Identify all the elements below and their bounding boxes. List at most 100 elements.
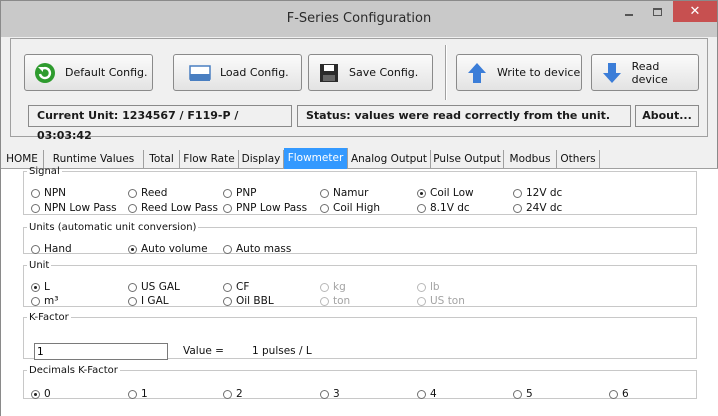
- maximize-button[interactable]: [643, 1, 671, 22]
- radio-button[interactable]: [223, 188, 232, 198]
- title-bar[interactable]: F-Series Configuration ✕: [1, 1, 717, 37]
- decimals-option[interactable]: 1: [128, 388, 148, 400]
- units-mode-option[interactable]: Auto volume: [128, 243, 208, 255]
- unit-option: lb: [417, 281, 440, 293]
- toolbar-separator: [445, 45, 447, 100]
- unit-option: US ton: [417, 295, 465, 307]
- folder-open-icon: [188, 61, 212, 85]
- signal-group: Signal NPN Reed PNP Namur Coil Low 12V d…: [23, 166, 697, 215]
- load-config-button[interactable]: Load Config.: [173, 54, 302, 91]
- signal-option[interactable]: Namur: [320, 187, 369, 199]
- signal-option[interactable]: Coil Low: [417, 187, 474, 199]
- kfactor-value-text: 1 pulses / L: [252, 345, 312, 357]
- window-title: F-Series Configuration: [286, 11, 432, 26]
- refresh-icon: [33, 61, 57, 85]
- radio-button[interactable]: [223, 389, 232, 399]
- radio-button[interactable]: [31, 296, 40, 306]
- decimals-option[interactable]: 0: [31, 388, 51, 400]
- minimize-icon: [625, 13, 633, 16]
- radio-button[interactable]: [417, 389, 426, 399]
- flowmeter-panel: Signal NPN Reed PNP Namur Coil Low 12V d…: [1, 166, 718, 416]
- signal-option[interactable]: PNP Low Pass: [223, 202, 307, 214]
- units-mode-option[interactable]: Hand: [31, 243, 72, 255]
- default-config-label: Default Config.: [65, 66, 148, 79]
- units-conversion-legend: Units (automatic unit conversion): [29, 222, 197, 233]
- write-to-device-button[interactable]: Write to device: [456, 54, 582, 91]
- arrow-up-icon: [465, 61, 489, 85]
- write-to-device-label: Write to device: [497, 66, 581, 79]
- unit-group: Unit L US GAL CF kg lb m³ I GAL Oil BBL …: [23, 260, 697, 307]
- close-button[interactable]: ✕: [673, 1, 717, 22]
- radio-button[interactable]: [31, 389, 40, 399]
- unit-option[interactable]: Oil BBL: [223, 295, 274, 307]
- radio-button[interactable]: [513, 203, 522, 213]
- signal-option[interactable]: 12V dc: [513, 187, 562, 199]
- unit-option[interactable]: US GAL: [128, 281, 180, 293]
- minimize-button[interactable]: [615, 1, 643, 22]
- radio-button[interactable]: [513, 389, 522, 399]
- unit-legend: Unit: [29, 260, 50, 271]
- radio-button[interactable]: [31, 244, 40, 254]
- unit-option[interactable]: m³: [31, 295, 58, 307]
- radio-button[interactable]: [128, 203, 137, 213]
- load-config-label: Load Config.: [220, 66, 289, 79]
- radio-button[interactable]: [223, 244, 232, 254]
- radio-button[interactable]: [128, 389, 137, 399]
- decimals-option[interactable]: 4: [417, 388, 437, 400]
- signal-option[interactable]: 24V dc: [513, 202, 562, 214]
- kfactor-value-label: Value =: [183, 345, 224, 357]
- radio-button: [320, 282, 329, 292]
- radio-button[interactable]: [128, 244, 137, 254]
- maximize-icon: [652, 7, 662, 16]
- radio-button[interactable]: [609, 389, 618, 399]
- radio-button[interactable]: [513, 188, 522, 198]
- signal-option[interactable]: Coil High: [320, 202, 380, 214]
- radio-button[interactable]: [128, 282, 137, 292]
- unit-option[interactable]: I GAL: [128, 295, 169, 307]
- about-button[interactable]: About...: [635, 105, 699, 127]
- units-mode-option[interactable]: Auto mass: [223, 243, 291, 255]
- radio-button[interactable]: [31, 188, 40, 198]
- signal-option[interactable]: Reed Low Pass: [128, 202, 218, 214]
- radio-button[interactable]: [223, 203, 232, 213]
- decimals-option[interactable]: 5: [513, 388, 533, 400]
- radio-button[interactable]: [417, 203, 426, 213]
- unit-option[interactable]: CF: [223, 281, 249, 293]
- kfactor-legend: K-Factor: [29, 312, 69, 323]
- radio-button[interactable]: [223, 282, 232, 292]
- decimals-kfactor-group: Decimals K-Factor 0 1 2 3 4 5 6: [23, 365, 697, 400]
- radio-button[interactable]: [320, 188, 329, 198]
- status-display: Status: values were read correctly from …: [297, 105, 631, 127]
- signal-option[interactable]: 8.1V dc: [417, 202, 470, 214]
- arrow-down-icon: [600, 61, 624, 85]
- signal-option[interactable]: Reed: [128, 187, 167, 199]
- radio-button[interactable]: [128, 188, 137, 198]
- default-config-button[interactable]: Default Config.: [24, 54, 153, 91]
- signal-option[interactable]: PNP: [223, 187, 257, 199]
- signal-option[interactable]: NPN Low Pass: [31, 202, 117, 214]
- kfactor-input[interactable]: [34, 343, 168, 360]
- read-device-button[interactable]: Read device: [591, 54, 699, 91]
- radio-button[interactable]: [320, 203, 329, 213]
- save-config-button[interactable]: Save Config.: [308, 54, 433, 91]
- radio-button[interactable]: [417, 188, 426, 198]
- radio-button[interactable]: [128, 296, 137, 306]
- decimals-option[interactable]: 2: [223, 388, 243, 400]
- unit-option[interactable]: L: [31, 281, 50, 293]
- radio-button: [417, 296, 426, 306]
- radio-button[interactable]: [31, 203, 40, 213]
- radio-button[interactable]: [223, 296, 232, 306]
- read-device-label: Read device: [631, 59, 668, 86]
- app-window: F-Series Configuration ✕ Default Config.…: [0, 0, 718, 416]
- radio-button[interactable]: [31, 282, 40, 292]
- radio-button: [417, 282, 426, 292]
- decimals-option[interactable]: 6: [609, 388, 629, 400]
- signal-option[interactable]: NPN: [31, 187, 66, 199]
- radio-button: [320, 296, 329, 306]
- radio-button[interactable]: [320, 389, 329, 399]
- decimals-option[interactable]: 3: [320, 388, 340, 400]
- unit-option: kg: [320, 281, 346, 293]
- kfactor-group: K-Factor Value = 1 pulses / L: [23, 312, 697, 360]
- current-unit-display: Current Unit: 1234567 / F119-P / 03:03:4…: [28, 105, 292, 142]
- save-config-label: Save Config.: [349, 66, 419, 79]
